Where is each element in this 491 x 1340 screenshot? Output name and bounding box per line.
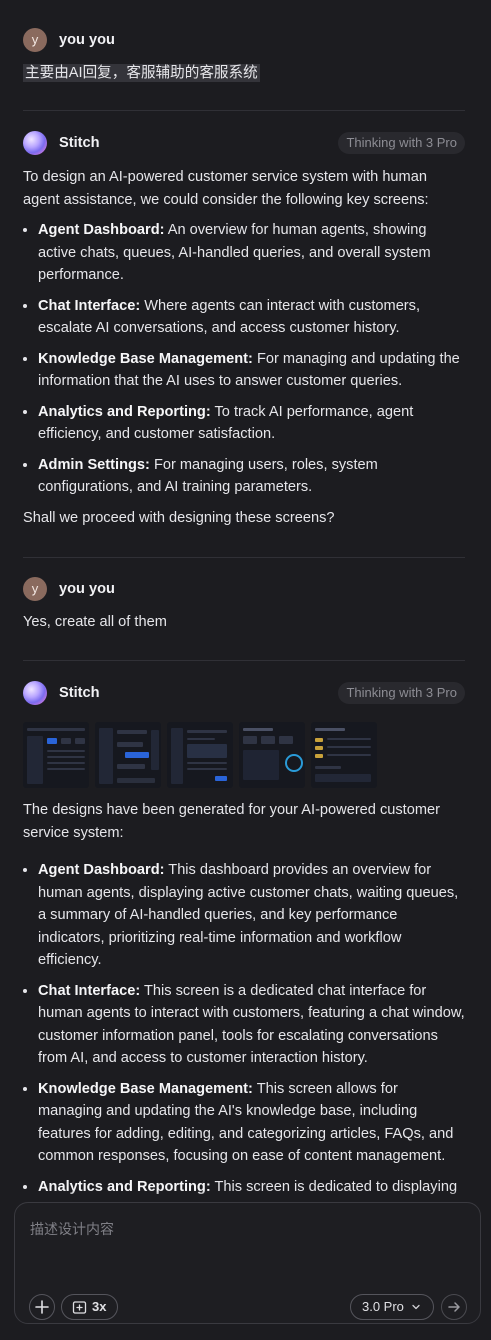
assistant-message: Stitch Thinking with 3 Pro The designs h… [23, 681, 465, 1206]
message-header: Stitch Thinking with 3 Pro [23, 131, 465, 155]
divider [23, 110, 465, 111]
message-header: Stitch Thinking with 3 Pro [23, 681, 465, 705]
chat-thread: y you you 主要由AI回复，客服辅助的客服系统 Stitch Think… [0, 0, 491, 1340]
list-item: Agent Dashboard: This dashboard provides… [38, 859, 465, 972]
prompt-input[interactable] [28, 1217, 462, 1271]
message-intro: To design an AI-powered customer service… [23, 169, 429, 208]
thinking-badge: Thinking with 3 Pro [338, 682, 465, 704]
thumbnail-knowledge-base[interactable] [167, 722, 233, 788]
thumbnail-admin-settings[interactable] [311, 722, 377, 788]
screens-add-icon [72, 1300, 87, 1314]
list-item: Knowledge Base Management: For managing … [38, 348, 465, 393]
sender-name: you you [59, 580, 115, 597]
list-item: Admin Settings: For managing users, role… [38, 454, 465, 499]
message-text: 主要由AI回复，客服辅助的客服系统 [23, 64, 260, 82]
stitch-avatar [23, 131, 47, 155]
sender-name: you you [59, 31, 115, 48]
list-item: Knowledge Base Management: This screen a… [38, 1078, 465, 1168]
plus-icon [35, 1300, 49, 1314]
list-item: Chat Interface: Where agents can interac… [38, 295, 465, 340]
add-button[interactable] [29, 1294, 55, 1320]
stitch-avatar [23, 681, 47, 705]
send-button[interactable] [441, 1294, 467, 1320]
user-message: y you you 主要由AI回复，客服辅助的客服系统 [23, 28, 465, 85]
screen-list: Agent Dashboard: This dashboard provides… [23, 859, 465, 1198]
screen-list: Agent Dashboard: An overview for human a… [23, 219, 465, 499]
thumbnail-chat-interface[interactable] [95, 722, 161, 788]
divider [23, 557, 465, 558]
message-header: y you you [23, 28, 465, 52]
message-text: Yes, create all of them [23, 614, 167, 630]
screens-count: 3x [92, 1298, 107, 1314]
prompt-composer: 3x 3.0 Pro [14, 1202, 481, 1324]
thinking-badge: Thinking with 3 Pro [338, 132, 465, 154]
list-item: Agent Dashboard: An overview for human a… [38, 219, 465, 287]
list-item: Chat Interface: This screen is a dedicat… [38, 980, 465, 1070]
chevron-down-icon [412, 1304, 420, 1310]
sender-name: Stitch [59, 134, 100, 151]
assistant-message: Stitch Thinking with 3 Pro To design an … [23, 131, 465, 529]
thumbnail-agent-dashboard[interactable] [23, 722, 89, 788]
message-header: y you you [23, 577, 465, 601]
message-intro: The designs have been generated for your… [23, 802, 440, 841]
avatar: y [23, 28, 47, 52]
user-message: y you you Yes, create all of them [23, 577, 465, 634]
sender-name: Stitch [59, 684, 100, 701]
divider [23, 660, 465, 661]
arrow-right-icon [448, 1302, 460, 1312]
thumbnail-analytics[interactable] [239, 722, 305, 788]
model-selector[interactable]: 3.0 Pro [350, 1294, 434, 1320]
avatar: y [23, 577, 47, 601]
list-item: Analytics and Reporting: To track AI per… [38, 401, 465, 446]
design-thumbnails [23, 722, 465, 788]
model-label: 3.0 Pro [362, 1298, 404, 1314]
screens-count-button[interactable]: 3x [61, 1294, 118, 1320]
message-outro: Shall we proceed with designing these sc… [23, 509, 335, 526]
